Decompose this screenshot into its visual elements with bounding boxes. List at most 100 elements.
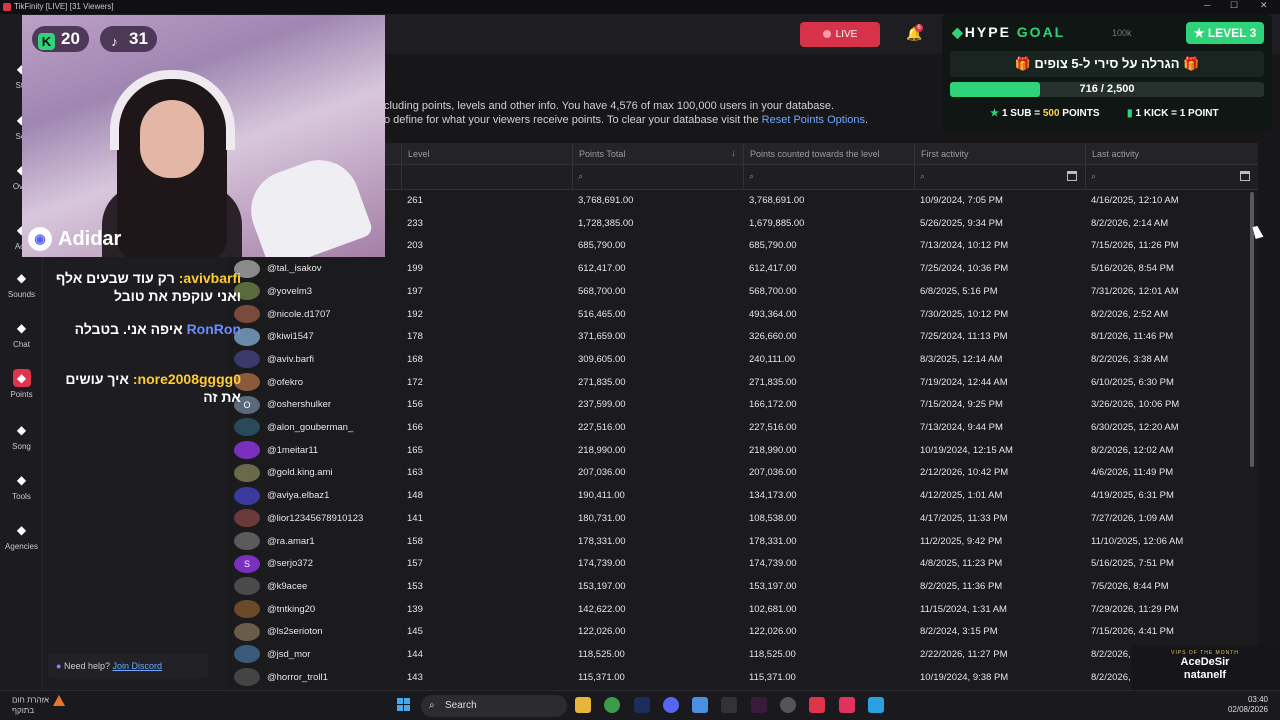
user-cell: @aviv.barfi [228, 349, 401, 372]
search-icon: ⌕ [749, 171, 755, 181]
table-row[interactable]: @tal._isakov 199 612,417.00 612,417.00 7/25/… [228, 258, 1258, 281]
cell-points: 612,417.00 [578, 263, 626, 275]
table-row[interactable]: @ls2serioton 145 122,026.00 122,026.00 8/2/2… [228, 621, 1258, 644]
calendar-icon[interactable] [1240, 171, 1250, 181]
cell-level: 165 [407, 444, 423, 456]
windows-start-icon[interactable] [397, 698, 411, 712]
minimize-icon[interactable]: ─ [1204, 0, 1210, 10]
sidebar-item-song[interactable]: ◆ Song [0, 421, 43, 451]
file-explorer-icon[interactable] [575, 697, 591, 713]
sort-desc-icon[interactable]: ↓ [731, 148, 736, 158]
sidebar-item-label: Song [12, 442, 31, 451]
close-icon[interactable]: ✕ [1260, 0, 1268, 11]
table-row[interactable]: @aviya.elbaz1 148 190,411.00 134,173.00 4/12… [228, 485, 1258, 508]
table-row[interactable]: O @oshershulker 156 237,599.00 166,172.00 7/1… [228, 394, 1258, 417]
username: @lior12345678910123 [267, 512, 364, 524]
column-filter-input[interactable] [401, 165, 572, 190]
chat-message: avivbarfi: רק עוד שבעים אלף ואני עוקפת א… [55, 270, 241, 304]
table-row[interactable]: @nicole.d1707 192 516,465.00 493,364.00 7/30… [228, 304, 1258, 327]
column-header[interactable]: Points counted towards the level [743, 143, 914, 165]
cell-first: 7/30/2025, 10:12 PM [920, 308, 1009, 320]
app-icon[interactable] [751, 697, 767, 713]
reset-points-link[interactable]: Reset Points Options [762, 114, 865, 126]
user-cell: @alon_gouberman_ [228, 417, 401, 440]
app2-icon[interactable] [868, 697, 884, 713]
avatar [234, 577, 260, 596]
username: @yovelm3 [267, 285, 313, 297]
chair-shape [239, 148, 375, 257]
column-header[interactable]: First activity [914, 143, 1085, 165]
tikfinity-taskbar-icon[interactable] [809, 697, 825, 713]
vips-widget: VIPS OF THE MONTH AceDeSir natanelf [1131, 646, 1279, 690]
table-row[interactable]: S @serjo372 157 174,739.00 174,739.00 4/8/202… [228, 553, 1258, 576]
cell-first: 10/19/2024, 9:38 PM [920, 671, 1009, 683]
table-row[interactable]: @aviv.barfi 168 309,605.00 240,111.00 8/3/20… [228, 349, 1258, 372]
user-cell: @horror_troll1 [228, 667, 401, 690]
calendar-icon[interactable] [1067, 171, 1077, 181]
cell-last: 8/1/2026, 11:46 PM [1091, 331, 1174, 343]
hype-diamond-icon: ◆ [952, 24, 965, 40]
username: @alon_gouberman_ [267, 422, 354, 433]
user-cell: @k9acee [228, 576, 401, 599]
cell-first: 7/13/2024, 9:44 PM [920, 422, 1003, 433]
coins-value: 100k [1112, 28, 1132, 38]
cell-level: 144 [407, 649, 423, 660]
table-row[interactable]: @ra.amar1 158 178,331.00 178,331.00 11/2/202… [228, 531, 1258, 554]
table-row[interactable]: @tntking20 139 142,622.00 102,681.00 11/15/2… [228, 599, 1258, 622]
cell-points: 122,026.00 [578, 626, 626, 638]
cell-last: 5/16/2025, 7:51 PM [1091, 558, 1174, 570]
discord-taskbar-icon[interactable] [663, 697, 679, 713]
gift-icon: 🎁 [1014, 56, 1031, 71]
username: @ls2serioton [267, 626, 323, 638]
column-header[interactable]: Points Total [572, 143, 743, 165]
table-row[interactable]: @lior12345678910123 141 180,731.00 108,538.… [228, 508, 1258, 531]
table-row[interactable]: @1meitar11 165 218,990.00 218,990.00 10/19/2… [228, 440, 1258, 463]
table-row[interactable]: @jsd_mor 144 118,525.00 118,525.00 2/22/2026… [228, 644, 1258, 667]
photoshop-icon[interactable] [634, 697, 650, 713]
sidebar-item-sounds[interactable]: ◆ Sounds [0, 269, 43, 299]
join-discord-link[interactable]: Join Discord [113, 661, 163, 671]
cell-last: 8/2/2026, 3:38 AM [1091, 353, 1169, 365]
column-filter-input[interactable]: ⌕ [743, 165, 914, 190]
username: @horror_troll1 [267, 671, 328, 683]
taskbar-clock[interactable]: 03:40 02/08/2026 [1228, 695, 1268, 715]
table-row[interactable]: @ofekro 172 271,835.00 271,835.00 7/19/2024,… [228, 372, 1258, 395]
table-row[interactable]: @gold.king.ami 163 207,036.00 207,036.00 2/1… [228, 462, 1258, 485]
cell-points: 142,622.00 [578, 603, 626, 615]
tiktok-taskbar-icon[interactable] [839, 697, 855, 713]
column-filter-input[interactable]: ⌕ [1085, 165, 1258, 190]
table-row[interactable]: @kiwi1547 178 371,659.00 326,660.00 7/25/202… [228, 326, 1258, 349]
column-header[interactable]: Last activity [1085, 143, 1258, 165]
user-cell: @tal._isakov [228, 258, 401, 281]
cell-last: 8/2/2026, 2:14 AM [1091, 217, 1169, 229]
terminal-icon[interactable] [721, 697, 737, 713]
cell-level: 168 [407, 353, 423, 365]
discord-icon: ◉ [28, 227, 52, 251]
table-row[interactable]: @horror_troll1 143 115,371.00 115,371.00 10/… [228, 667, 1258, 690]
sub-rule: ★ 1 SUB = 500 POINTS [990, 108, 1100, 119]
username: @aviv.barfi [267, 353, 314, 365]
obs-icon[interactable] [780, 697, 796, 713]
maximize-icon[interactable]: ☐ [1230, 0, 1238, 11]
table-row[interactable]: @yovelm3 197 568,700.00 568,700.00 6/8/2025,… [228, 281, 1258, 304]
cell-level: 158 [407, 535, 423, 547]
table-row[interactable]: @alon_gouberman_ 166 227,516.00 227,516.00 7… [228, 417, 1258, 440]
cell-counted: 218,990.00 [749, 444, 797, 456]
column-filter-input[interactable]: ⌕ [914, 165, 1085, 190]
cell-counted: 207,036.00 [749, 467, 797, 479]
column-filter-input[interactable]: ⌕ [572, 165, 743, 190]
taskbar-search[interactable]: ⌕ Search [421, 695, 567, 717]
sidebar-item-agencies[interactable]: ◆ Agencies [0, 521, 43, 551]
notepad-icon[interactable] [692, 697, 708, 713]
sidebar-item-points[interactable]: ◆ Points [0, 369, 43, 399]
cell-points: 371,659.00 [578, 331, 626, 343]
cell-level: 199 [407, 263, 423, 275]
heat-warning[interactable]: אזהרת חום בתוקף [12, 695, 82, 716]
live-label: LIVE [835, 29, 858, 40]
table-row[interactable]: @k9acee 153 153,197.00 153,197.00 8/2/2025, … [228, 576, 1258, 599]
sidebar-item-tools[interactable]: ◆ Tools [0, 471, 43, 501]
chrome-icon[interactable] [604, 697, 620, 713]
column-header[interactable]: Level [401, 143, 572, 165]
sidebar-item-chat[interactable]: ◆ Chat [0, 319, 43, 349]
live-button[interactable]: LIVE [800, 22, 880, 47]
